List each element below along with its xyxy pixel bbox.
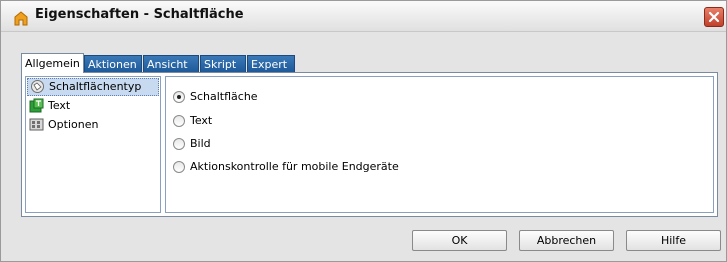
category-item-text[interactable]: Text xyxy=(27,97,159,115)
category-list: Schaltflächentyp Text Optionen xyxy=(25,76,161,213)
options-icon xyxy=(29,118,44,131)
tab-expert[interactable]: Expert xyxy=(247,55,295,72)
radio-label: Schaltfläche xyxy=(190,90,258,103)
tab-skript[interactable]: Skript xyxy=(200,55,246,72)
ok-button[interactable]: OK xyxy=(412,230,507,251)
text-icon xyxy=(29,98,44,113)
category-label: Schaltflächentyp xyxy=(49,80,142,93)
radio-label: Text xyxy=(190,114,213,127)
window-title: Eigenschaften - Schaltfläche xyxy=(35,7,244,22)
properties-dialog: Eigenschaften - Schaltfläche Allgemein A… xyxy=(0,0,727,262)
button-type-icon xyxy=(31,80,44,93)
category-item-optionen[interactable]: Optionen xyxy=(27,116,159,134)
radio-button[interactable] xyxy=(173,91,185,103)
radio-option-schaltflaeche[interactable]: Schaltfläche xyxy=(173,89,258,105)
tab-allgemein[interactable]: Allgemein xyxy=(21,53,84,73)
close-button[interactable] xyxy=(704,7,724,27)
radio-button[interactable] xyxy=(173,115,185,127)
tab-ansicht[interactable]: Ansicht xyxy=(143,55,199,72)
radio-option-text[interactable]: Text xyxy=(173,113,212,129)
title-bar[interactable]: Eigenschaften - Schaltfläche xyxy=(1,1,726,32)
radio-label: Bild xyxy=(190,137,211,150)
radio-label: Aktionskontrolle für mobile Endgeräte xyxy=(190,160,399,173)
category-label: Optionen xyxy=(48,118,99,131)
cancel-button[interactable]: Abbrechen xyxy=(519,230,614,251)
help-button[interactable]: Hilfe xyxy=(626,230,721,251)
category-item-schaltflaechentyp[interactable]: Schaltflächentyp xyxy=(27,78,159,96)
tab-panel: Schaltflächentyp Text Optionen Schaltflä… xyxy=(21,72,718,217)
radio-option-aktionskontrolle[interactable]: Aktionskontrolle für mobile Endgeräte xyxy=(173,159,399,175)
radio-button[interactable] xyxy=(173,161,185,173)
radio-button[interactable] xyxy=(173,138,185,150)
close-icon xyxy=(708,11,720,23)
radio-option-bild[interactable]: Bild xyxy=(173,136,211,152)
app-icon xyxy=(14,11,28,26)
button-type-options: Schaltfläche Text Bild Aktionskontrolle … xyxy=(165,76,714,213)
tab-aktionen[interactable]: Aktionen xyxy=(84,55,142,72)
category-label: Text xyxy=(48,99,71,112)
